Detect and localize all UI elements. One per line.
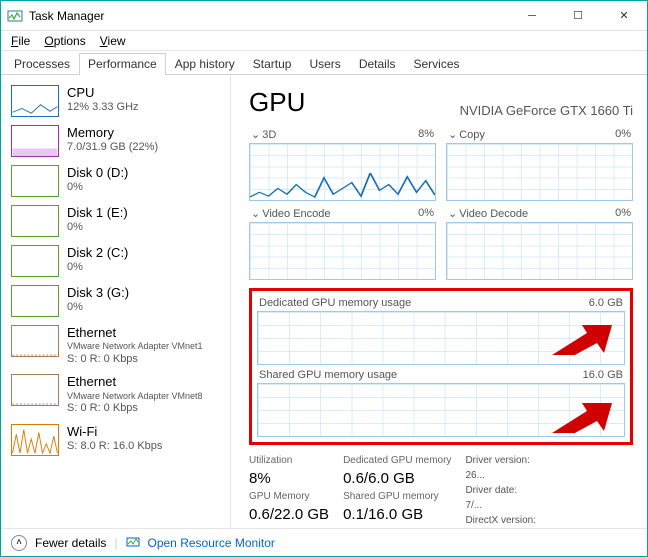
ethernet-thumb-icon [11,374,59,406]
chart-video-decode[interactable]: ⌄Video Decode0% [446,207,633,280]
sidebar-item-label: Disk 2 (C:) [67,245,128,261]
sidebar-item-label: Wi-Fi [67,424,162,440]
disk-thumb-icon [11,285,59,317]
chart-area [249,143,436,201]
chart-area [446,222,633,280]
tab-processes[interactable]: Processes [5,53,79,75]
tabstrip: Processes Performance App history Startu… [1,51,647,75]
annotation-arrow-icon [552,325,612,355]
disk-thumb-icon [11,245,59,277]
chevron-up-icon[interactable]: ˄ [11,535,27,551]
tab-startup[interactable]: Startup [244,53,301,75]
maximize-button[interactable]: ☐ [555,1,601,31]
chevron-down-icon: ⌄ [448,129,457,141]
sidebar-item-disk0[interactable]: Disk 0 (D:)0% [1,161,230,201]
tab-services[interactable]: Services [405,53,469,75]
main-panel: GPU NVIDIA GeForce GTX 1660 Ti ⌄3D8% ⌄Co… [231,75,647,528]
sidebar: CPU12% 3.33 GHz Memory7.0/31.9 GB (22%) … [1,75,231,528]
sidebar-item-label: Disk 0 (D:) [67,165,128,181]
stat-dedicated: 0.6/6.0 GB [343,470,451,487]
sidebar-item-disk1[interactable]: Disk 1 (E:)0% [1,201,230,241]
sidebar-item-label: Ethernet [67,325,203,341]
sidebar-item-disk2[interactable]: Disk 2 (C:)0% [1,241,230,281]
cpu-thumb-icon [11,85,59,117]
stat-gpu-memory: 0.6/22.0 GB [249,506,329,523]
annotation-arrow-icon [552,403,612,433]
sidebar-item-label: Memory [67,125,158,141]
sidebar-item-disk3[interactable]: Disk 3 (G:)0% [1,281,230,321]
chevron-down-icon: ⌄ [251,129,260,141]
chart-area [249,222,436,280]
minimize-button[interactable]: ─ [509,1,555,31]
menu-view[interactable]: View [94,34,132,48]
sidebar-item-ethernet2[interactable]: EthernetVMware Network Adapter VMnet8S: … [1,370,230,419]
stats-row: Utilization 8% GPU Memory 0.6/22.0 GB De… [249,455,633,528]
sidebar-item-cpu[interactable]: CPU12% 3.33 GHz [1,81,230,121]
footer: ˄ Fewer details | Open Resource Monitor [1,528,647,556]
wifi-thumb-icon [11,424,59,456]
sidebar-item-wifi[interactable]: Wi-FiS: 8.0 R: 16.0 Kbps [1,420,230,460]
gpu-device-name: NVIDIA GeForce GTX 1660 Ti [460,103,633,118]
memory-thumb-icon [11,125,59,157]
sidebar-item-label: Disk 1 (E:) [67,205,128,221]
chevron-down-icon: ⌄ [251,208,260,220]
tab-performance[interactable]: Performance [79,53,166,75]
menu-options[interactable]: Options [38,34,91,48]
annotation-highlight: Dedicated GPU memory usage6.0 GB Shared … [249,288,633,445]
disk-thumb-icon [11,165,59,197]
chart-video-encode[interactable]: ⌄Video Encode0% [249,207,436,280]
sidebar-item-memory[interactable]: Memory7.0/31.9 GB (22%) [1,121,230,161]
chart-area [446,143,633,201]
chart-3d[interactable]: ⌄3D8% [249,128,436,201]
sidebar-item-label: Disk 3 (G:) [67,285,129,301]
close-button[interactable]: ✕ [601,1,647,31]
titlebar: Task Manager ─ ☐ ✕ [1,1,647,31]
monitor-icon [126,536,140,550]
tab-app-history[interactable]: App history [166,53,244,75]
ethernet-thumb-icon [11,325,59,357]
chevron-down-icon: ⌄ [448,208,457,220]
sidebar-item-label: CPU [67,85,139,101]
page-title: GPU [249,87,305,118]
chart-copy[interactable]: ⌄Copy0% [446,128,633,201]
app-icon [7,8,23,24]
window-title: Task Manager [29,9,104,23]
stat-utilization: 8% [249,470,329,487]
fewer-details-link[interactable]: Fewer details [35,536,106,550]
stat-shared: 0.1/16.0 GB [343,506,451,523]
resource-monitor-link[interactable]: Open Resource Monitor [148,536,275,550]
sidebar-item-label: Ethernet [67,374,203,390]
sidebar-item-ethernet1[interactable]: EthernetVMware Network Adapter VMnet1S: … [1,321,230,370]
tab-users[interactable]: Users [300,53,349,75]
menu-file[interactable]: File [5,34,36,48]
gpu-info: Driver version:26... Driver date:7/... D… [465,455,592,528]
menubar: File Options View [1,31,647,51]
disk-thumb-icon [11,205,59,237]
tab-details[interactable]: Details [350,53,405,75]
